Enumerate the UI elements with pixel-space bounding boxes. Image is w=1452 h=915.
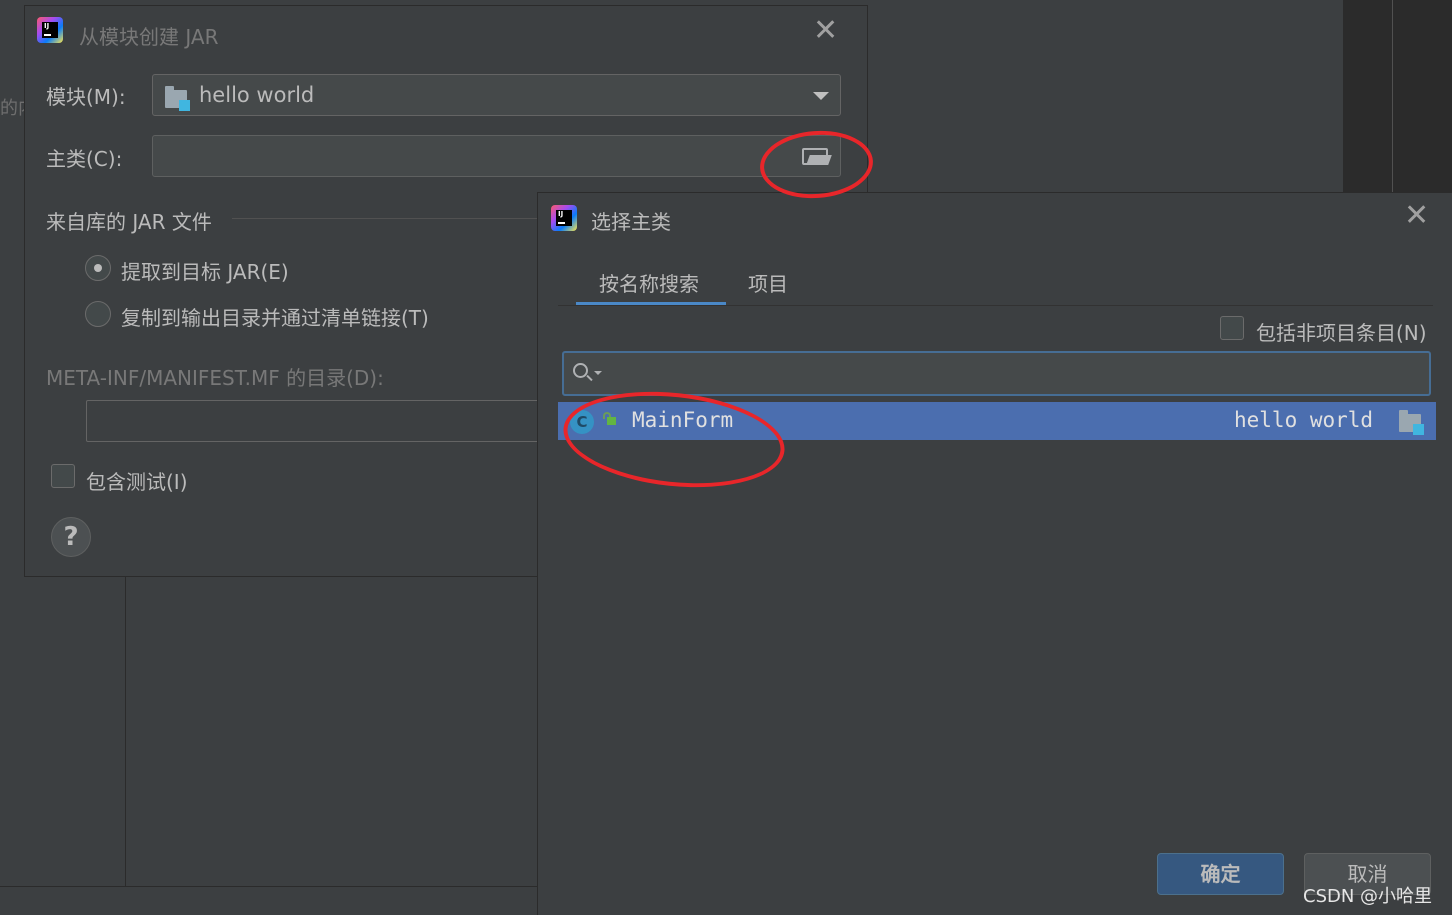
main-class-input[interactable] [152,135,841,177]
search-input[interactable] [562,351,1431,396]
help-icon[interactable]: ? [51,517,91,557]
include-tests-checkbox[interactable] [51,464,75,488]
watermark: CSDN @小哈里 [1303,886,1433,907]
background-divider [1392,0,1393,195]
intellij-logo-icon: IJ [37,17,63,43]
module-label: 模块(M): [46,85,126,109]
choose-main-class-dialog: IJ 选择主类 ✕ 按名称搜索 项目 包括非项目条目(N) C MainForm… [537,192,1452,915]
copy-radio[interactable] [85,301,111,327]
intellij-logo-icon: IJ [551,205,577,231]
module-folder-icon [165,86,190,111]
module-folder-icon [1399,410,1424,435]
tabs-divider [558,305,1433,306]
ok-button[interactable]: 确定 [1157,853,1284,895]
section-header: 来自库的 JAR 文件 [46,210,212,234]
background-side-panel [1343,0,1452,195]
search-icon[interactable] [573,363,602,383]
background-text: 的内 [0,98,24,119]
manifest-dir-label: META-INF/MANIFEST.MF 的目录(D): [46,366,384,390]
include-tests-label[interactable]: 包含测试(I) [86,466,188,495]
module-dropdown[interactable]: hello world [152,74,841,116]
result-module-name: hello world [1234,408,1374,432]
extract-radio-label[interactable]: 提取到目标 JAR(E) [121,256,289,285]
include-non-project-label[interactable]: 包括非项目条目(N) [1256,317,1427,346]
close-icon[interactable]: ✕ [813,16,838,46]
module-value: hello world [199,83,315,107]
background-divider [125,576,126,886]
include-non-project-checkbox[interactable] [1220,316,1244,340]
dialog-title: 从模块创建 JAR [79,25,219,49]
copy-radio-label[interactable]: 复制到输出目录并通过清单链接(T) [121,302,429,331]
extract-radio[interactable] [85,255,111,281]
main-class-label: 主类(C): [46,147,123,171]
dropdown-arrow-icon [813,92,829,100]
tab-project[interactable]: 项目 [748,268,788,297]
tab-search-by-name[interactable]: 按名称搜索 [599,268,699,297]
background-divider [0,886,540,887]
dialog-title: 选择主类 [591,210,671,234]
close-icon[interactable]: ✕ [1404,201,1429,231]
